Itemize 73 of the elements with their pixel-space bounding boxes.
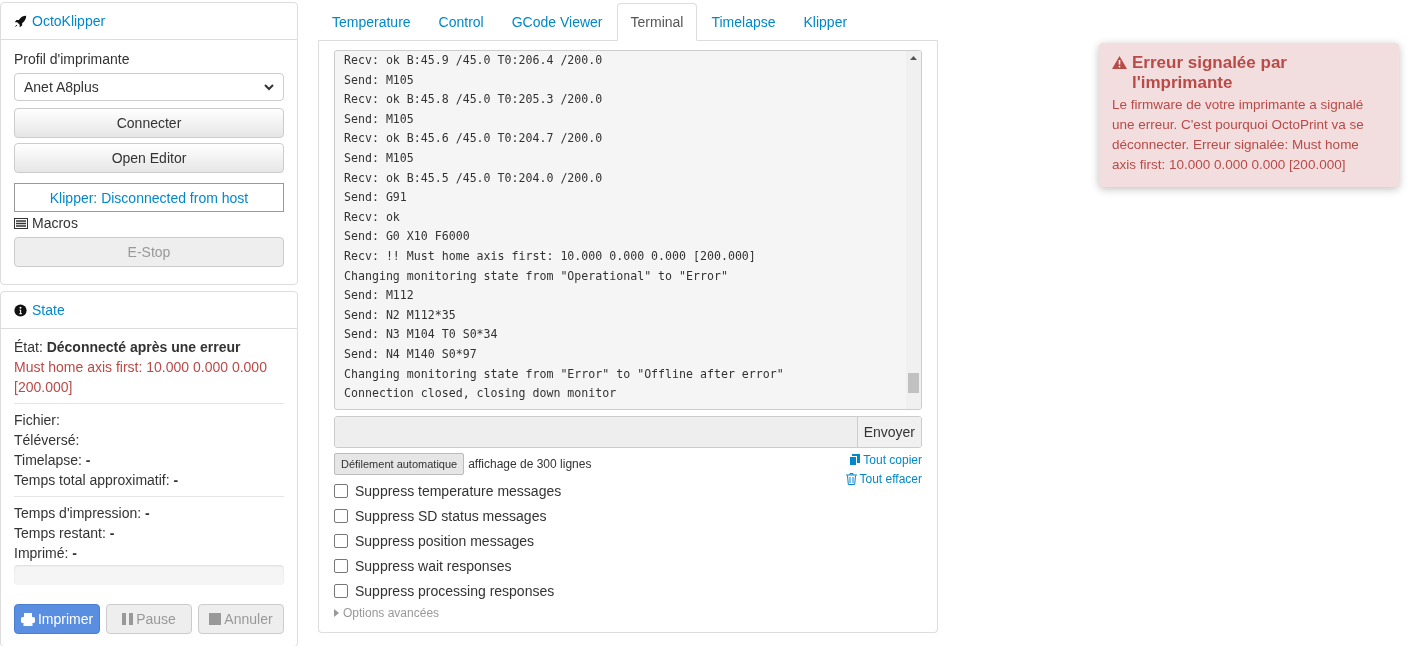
sidebar-button[interactable]: Connecter: [14, 108, 284, 138]
checkbox[interactable]: [334, 583, 348, 598]
checkbox-label: Suppress processing responses: [355, 582, 555, 599]
klipper-status-button[interactable]: Klipper: Disconnected from host: [14, 183, 284, 212]
log-line: Send: N3 M104 T0 S0*34: [344, 326, 499, 344]
tab[interactable]: Klipper: [789, 3, 862, 41]
tab[interactable]: Timelapse: [697, 3, 790, 41]
log-line: Recv: ok B:45.8 /45.0 T0:205.3 /200.0: [344, 91, 604, 109]
checkbox-label: Suppress position messages: [355, 532, 534, 549]
notification-title: Erreur signalée par l'imprimante: [1132, 53, 1288, 93]
profile-dropdown[interactable]: Anet A8plus: [14, 73, 284, 101]
scrollbar[interactable]: [906, 51, 921, 409]
checkbox-label: Suppress temperature messages: [355, 482, 562, 499]
scrollbar-thumb[interactable]: [908, 373, 919, 393]
log-line: Changing monitoring state from "Operational" to "Error": [344, 267, 729, 285]
caret-icon: [334, 609, 339, 617]
checkbox[interactable]: [334, 533, 348, 548]
checkbox[interactable]: [334, 508, 348, 523]
clear-all-link[interactable]: Tout effacer: [859, 472, 922, 486]
copy-all-link[interactable]: Tout copier: [863, 453, 922, 467]
log-line: Send: M105: [344, 149, 415, 167]
checkbox[interactable]: [334, 483, 348, 498]
state-text: État: Déconnecté après une erreur: [14, 338, 242, 357]
stop-icon: [209, 613, 222, 625]
notification-message: Le firmware de votre imprimante a signalé une erreur. C'est pourquoi OctoPrint va se déconnecter. Erreur signalée: Must home axis first: 10.000 0.000 0.000 [200.000]: [1112, 96, 1365, 174]
list-icon: [14, 217, 28, 229]
tab[interactable]: Control: [424, 3, 498, 41]
print-control-button[interactable]: Imprimer: [14, 604, 100, 634]
log-line: Recv: ok B:45.6 /45.0 T0:204.7 /200.0: [344, 130, 604, 148]
autoscroll-button[interactable]: Défilement automatique: [334, 453, 465, 475]
panel-title[interactable]: State: [32, 302, 65, 318]
checkbox-label: Suppress wait responses: [355, 557, 512, 574]
macros-label: Macros: [32, 215, 78, 231]
trash-icon: [845, 473, 857, 485]
log-line: Connection closed, closing down monitor: [344, 385, 618, 403]
log-line: Recv: !! Must home axis first: 10.000 0.000 0.000 [200.000]: [344, 247, 757, 265]
advanced-options-link[interactable]: Options avancées: [343, 606, 440, 620]
rocket-icon: [14, 14, 27, 28]
checkbox[interactable]: [334, 558, 348, 573]
log-line: Send: M112: [344, 287, 415, 305]
log-line: Send: G0 X10 F6000: [344, 228, 471, 246]
info-text: Temps d'impression: -: [14, 505, 150, 521]
info-text: Temps total approximatif: -: [14, 472, 179, 488]
info-text: Timelapse: -: [14, 452, 91, 468]
log-line: Send: M105: [344, 71, 415, 89]
log-line: Recv: ok B:45.9 /45.0 T0:206.4 /200.0: [344, 52, 604, 69]
info-text: Imprimé: -: [14, 545, 77, 561]
line-count-text: affichage de 300 lignes: [468, 457, 592, 471]
log-line: Send: M105: [344, 110, 415, 128]
log-line: Send: N4 M140 S0*97: [344, 345, 478, 363]
tab[interactable]: GCode Viewer: [497, 3, 617, 41]
field-label: Profil d'imprimante: [14, 51, 131, 67]
log-line: Send: N2 M112*35: [344, 306, 457, 324]
panel-title[interactable]: OctoKlipper: [32, 13, 106, 29]
tab[interactable]: Temperature: [318, 3, 425, 41]
tab[interactable]: Terminal: [616, 3, 698, 41]
log-line: Recv: ok B:45.5 /45.0 T0:204.0 /200.0: [344, 169, 604, 187]
pause-icon: [122, 613, 134, 625]
log-line: Changing monitoring state from "Error" to "Offline after error": [344, 365, 785, 383]
copy-icon: [849, 454, 861, 466]
info-text: Téléversé:: [14, 432, 80, 448]
printer-icon: [20, 612, 35, 626]
warning-icon: [1112, 56, 1127, 69]
sidebar-button[interactable]: Open Editor: [14, 143, 284, 173]
error-text: Must home axis first: 10.000 0.000 0.000 [200.000]: [14, 358, 268, 397]
info-text: Temps restant: -: [14, 525, 115, 541]
log-line: Recv: ok: [344, 208, 401, 226]
scroll-up-icon[interactable]: [910, 56, 917, 60]
chevron-icon: [264, 83, 274, 91]
log-line: Send: G91: [344, 189, 408, 207]
info-icon: [14, 303, 27, 317]
info-text: Fichier:: [14, 412, 60, 428]
checkbox-label: Suppress SD status messages: [355, 507, 547, 524]
